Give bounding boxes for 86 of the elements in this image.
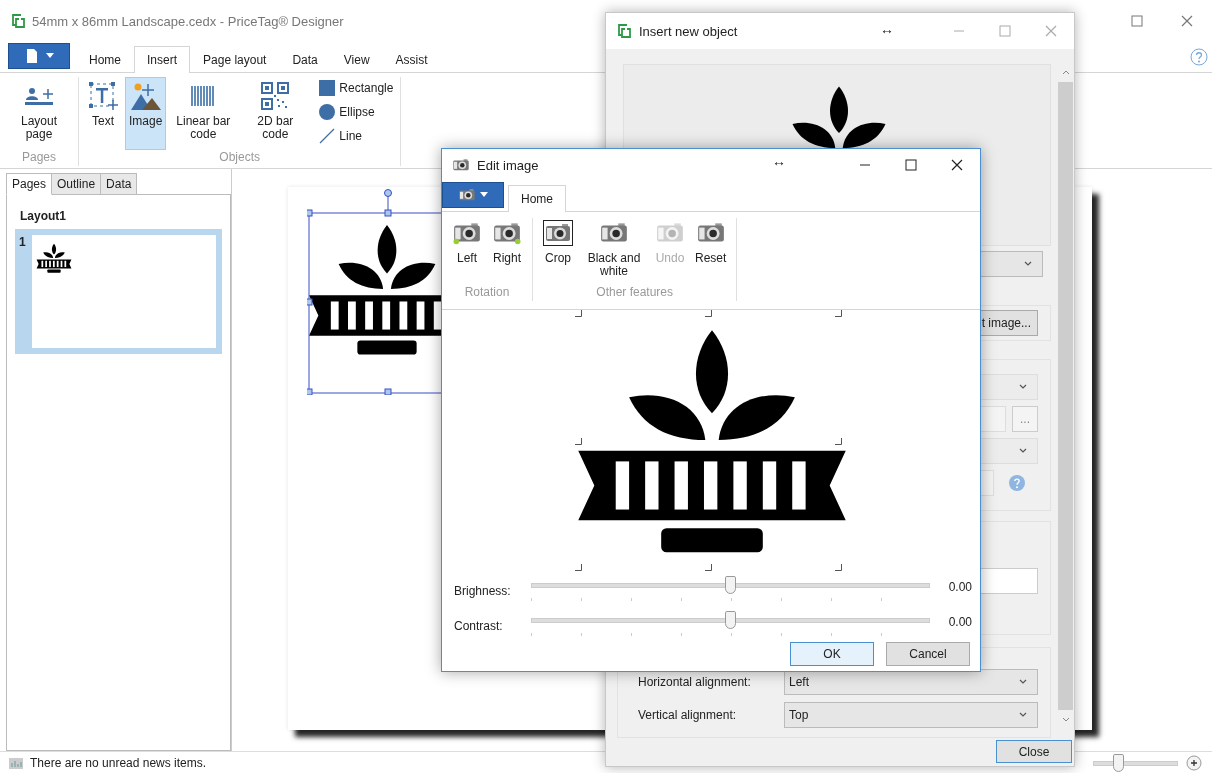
- field-label: Horizontal alignment:: [638, 675, 752, 689]
- close-icon: [951, 159, 963, 171]
- maximize-icon: [999, 25, 1011, 37]
- crop-handle[interactable]: [705, 310, 712, 317]
- slider-thumb[interactable]: [1112, 753, 1124, 772]
- line-icon: [319, 128, 336, 144]
- caret-icon: [480, 192, 488, 198]
- document-icon: [24, 48, 40, 64]
- camera-icon: [492, 220, 522, 246]
- ribbon-tab[interactable]: Data: [279, 46, 331, 73]
- tool-button[interactable]: Right: [488, 218, 526, 285]
- panel-tab[interactable]: Outline: [51, 173, 102, 195]
- tool-button[interactable]: Reset: [691, 218, 731, 285]
- group-label: Objects: [218, 150, 262, 166]
- close-icon: [1181, 15, 1193, 27]
- rectangle-icon: [319, 80, 336, 96]
- group-label: Rotation: [463, 285, 511, 301]
- ribbon-button[interactable]: 2D bar code: [240, 77, 311, 150]
- tool-button[interactable]: Left: [448, 218, 486, 285]
- slider-thumb[interactable]: [724, 611, 736, 629]
- ribbon-tab[interactable]: Insert: [134, 46, 191, 73]
- ribbon-button[interactable]: Line: [316, 125, 397, 147]
- ellipse-icon: [319, 104, 336, 120]
- help-icon[interactable]: [1190, 48, 1208, 66]
- app-logo-icon: [10, 13, 26, 29]
- panel-tab[interactable]: Pages: [6, 173, 53, 195]
- camera-icon: [452, 220, 482, 246]
- window-title: 54mm x 86mm Landscape.cedx - PriceTag® Designer: [32, 13, 344, 29]
- ribbon-button[interactable]: Ellipse: [316, 101, 397, 123]
- crop-handle[interactable]: [575, 438, 582, 445]
- close-icon: [1045, 25, 1057, 37]
- crop-handle[interactable]: [575, 310, 582, 317]
- file-menu-button[interactable]: [8, 43, 70, 69]
- ribbon-button[interactable]: Layout page: [4, 77, 74, 150]
- crop-handle[interactable]: [835, 438, 842, 445]
- dropdown-value: Top: [789, 708, 809, 722]
- maximize-icon: [905, 159, 917, 171]
- slider-label: Contrast:: [454, 618, 504, 633]
- page-number: 1: [19, 235, 26, 251]
- slider-label: Brighness:: [454, 583, 512, 598]
- crop-handle[interactable]: [835, 310, 842, 317]
- resize-arrow-icon: ↔: [772, 153, 786, 169]
- dialog-title: Edit image: [477, 157, 539, 173]
- layout-name: Layout1: [20, 209, 67, 223]
- ribbon-tab[interactable]: Home: [508, 185, 566, 212]
- slider-value: 0.00: [947, 579, 972, 594]
- group-label: Other features: [595, 285, 675, 301]
- dropdown-value: Left: [789, 675, 809, 689]
- group-label: Pages: [21, 150, 57, 166]
- ribbon-tab[interactable]: Page layout: [190, 46, 280, 73]
- ribbon-button[interactable]: Rectangle: [316, 77, 397, 99]
- ribbon-tab[interactable]: Home: [76, 46, 134, 73]
- tool-button[interactable]: Crop: [539, 218, 577, 285]
- camera-icon: [452, 157, 470, 173]
- dialog-button[interactable]: Cancel: [886, 642, 970, 666]
- dropdown[interactable]: Top: [784, 702, 1038, 728]
- ribbon-tab[interactable]: View: [330, 46, 383, 73]
- text-frame-icon: [87, 80, 119, 112]
- ribbon-button[interactable]: Image: [125, 77, 167, 150]
- maximize-icon: [1131, 15, 1143, 27]
- camera-icon: [543, 220, 573, 246]
- crop-handle[interactable]: [575, 564, 582, 571]
- camera-icon: [458, 187, 476, 203]
- tool-button[interactable]: Black and white: [579, 218, 649, 285]
- crop-handle[interactable]: [835, 564, 842, 571]
- ribbon-button[interactable]: Text: [83, 77, 123, 150]
- slider-value: 0.00: [947, 614, 972, 629]
- app-logo-icon: [616, 23, 632, 39]
- slider[interactable]: [1093, 753, 1178, 772]
- crop-handle[interactable]: [705, 564, 712, 571]
- ribbon-button[interactable]: Linear bar code: [168, 77, 239, 150]
- caret-icon: [46, 53, 54, 59]
- close-dialog-button[interactable]: Close: [996, 740, 1072, 763]
- help-icon[interactable]: [1008, 474, 1026, 492]
- ribbon-tab[interactable]: Assist: [382, 46, 441, 73]
- qr-code-icon: [259, 80, 292, 112]
- slider-thumb[interactable]: [724, 576, 736, 594]
- field-label: Vertical alignment:: [638, 708, 738, 722]
- app-menu-button[interactable]: [442, 182, 504, 208]
- dialog-button[interactable]: OK: [790, 642, 874, 666]
- dialog-title: Insert new object: [639, 23, 738, 39]
- zoom-in-icon[interactable]: [1186, 754, 1202, 771]
- page-thumbnail[interactable]: 1: [15, 229, 222, 354]
- resize-arrow-icon: ↔: [880, 21, 894, 37]
- panel-tab[interactable]: Data: [100, 173, 138, 195]
- status-message: There are no unread news items.: [30, 755, 207, 770]
